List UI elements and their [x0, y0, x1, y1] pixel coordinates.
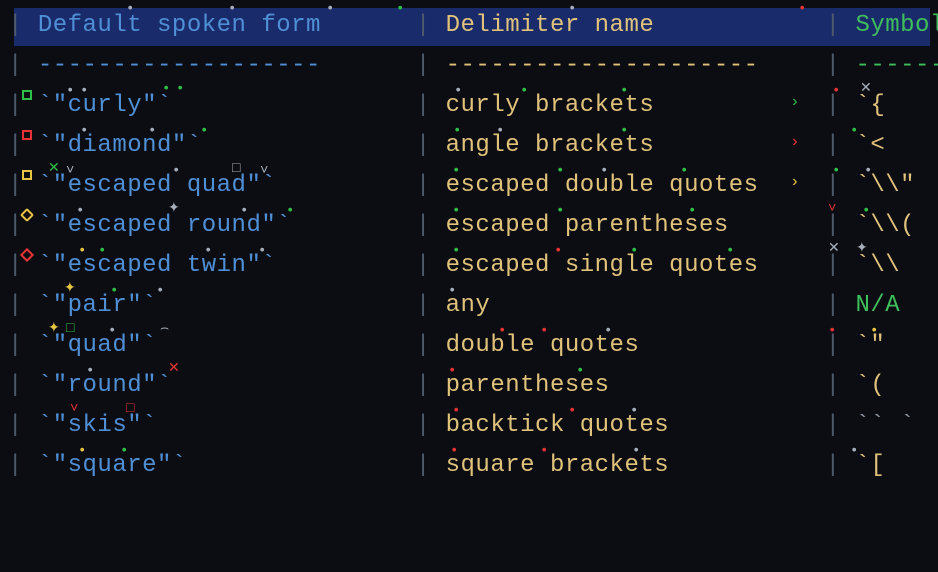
symbol-cell: N/A — [855, 294, 938, 318]
spoken-form-cell: `"escaped round"` — [38, 214, 416, 238]
divider-col2: --------------------- — [446, 54, 826, 78]
delimiter-name-cell: escaped single quotes — [446, 254, 826, 278]
pipe: | — [416, 374, 446, 398]
delimiter-name-cell: curly brackets — [446, 94, 826, 118]
header-col1: Default spoken form — [38, 14, 416, 38]
pipe: | — [416, 214, 446, 238]
spoken-form-cell: `"diamond"` — [38, 134, 416, 158]
pipe: | — [826, 294, 856, 318]
pipe: | — [416, 414, 446, 438]
table-row: | `"pair"`| any| N/A — [8, 286, 930, 326]
pipe: | — [826, 14, 856, 38]
spoken-form-cell: `"curly"` — [38, 94, 416, 118]
pipe: | — [416, 134, 446, 158]
delimiter-name-cell: backtick quotes — [446, 414, 826, 438]
delimiter-name-cell: parentheses — [446, 374, 826, 398]
delimiter-name-cell: escaped double quotes — [446, 174, 826, 198]
pipe: | — [416, 294, 446, 318]
spoken-form-cell: `"pair"` — [38, 294, 416, 318]
table-row: | `"skis"`| backtick quotes| `` ` — [8, 406, 930, 446]
table-row: | `"escaped quad"`| escaped double quote… — [8, 166, 930, 206]
spoken-form-cell: `"square"` — [38, 454, 416, 478]
table-row: | `"quad"`| double quotes| `" — [8, 326, 930, 366]
table-row: | `"round"`| parentheses| `( — [8, 366, 930, 406]
pipe: | — [416, 254, 446, 278]
delimiter-name-cell: any — [446, 294, 826, 318]
symbol-cell: `\\( — [855, 214, 938, 238]
table-row: | `"escaped twin"`| escaped single quote… — [8, 246, 930, 286]
header-col3: Symbol — [855, 14, 938, 38]
pipe: | — [416, 174, 446, 198]
table-row: | `"diamond"`| angle brackets| `< — [8, 126, 930, 166]
symbol-cell: `< — [855, 134, 938, 158]
spoken-form-cell: `"round"` — [38, 374, 416, 398]
pipe: | — [416, 334, 446, 358]
divider-col3: ------ — [855, 54, 938, 78]
table-row: | `"curly"`| curly brackets| `{ — [8, 86, 930, 126]
divider-col1: ------------------- — [38, 54, 416, 78]
pipe: | — [826, 334, 856, 358]
pipe: | — [416, 14, 446, 38]
table-row: | `"square"`| square brackets| `[ — [8, 446, 930, 486]
pipe: | — [826, 414, 856, 438]
delimiter-name-cell: angle brackets — [446, 134, 826, 158]
symbol-cell: `{ — [855, 94, 938, 118]
symbol-cell: `\\ — [855, 254, 938, 278]
spoken-form-cell: `"skis"` — [38, 414, 416, 438]
pipe: | — [416, 454, 446, 478]
table-divider-row: | ------------------- | ----------------… — [8, 46, 930, 86]
delimiter-name-cell: double quotes — [446, 334, 826, 358]
symbol-cell: `\\" — [855, 174, 938, 198]
header-col2: Delimiter name — [446, 14, 826, 38]
symbol-cell: `( — [855, 374, 938, 398]
symbol-cell: `" — [855, 334, 938, 358]
table-row: | `"escaped round"`| escaped parentheses… — [8, 206, 930, 246]
pipe: | — [826, 134, 856, 158]
pipe: | — [826, 254, 856, 278]
table-header-row: | Default spoken form | Delimiter name |… — [8, 6, 930, 46]
symbol-cell: `` ` — [855, 414, 938, 438]
pipe: | — [416, 94, 446, 118]
gutter-markers — [16, 0, 44, 572]
delimiter-name-cell: escaped parentheses — [446, 214, 826, 238]
pipe: | — [826, 374, 856, 398]
symbol-cell: `[ — [855, 454, 938, 478]
spoken-form-cell: `"escaped twin"` — [38, 254, 416, 278]
spoken-form-cell: `"quad"` — [38, 334, 416, 358]
delimiter-name-cell: square brackets — [446, 454, 826, 478]
pipe: | — [826, 94, 856, 118]
pipe: | — [826, 214, 856, 238]
table: | Default spoken form | Delimiter name |… — [8, 6, 930, 486]
pipe: | — [826, 454, 856, 478]
spoken-form-cell: `"escaped quad"` — [38, 174, 416, 198]
pipe: | — [826, 174, 856, 198]
